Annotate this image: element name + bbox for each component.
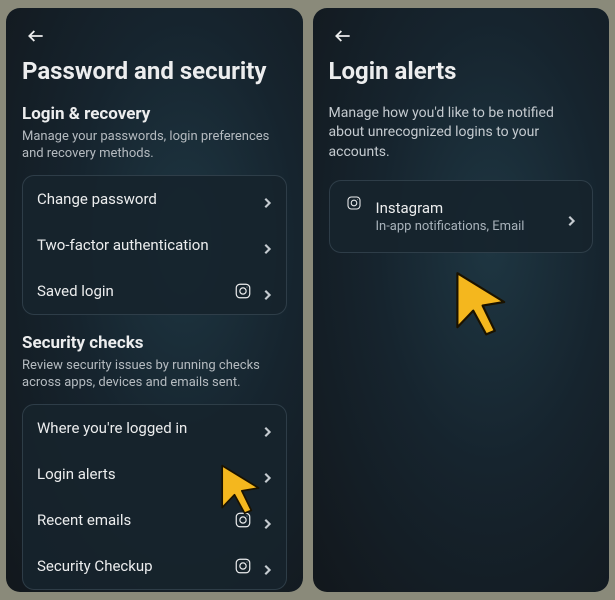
login-alerts-screen: Login alerts Manage how you'd like to be… — [313, 8, 610, 592]
row-label: Change password — [37, 190, 252, 208]
chevron-right-icon — [262, 194, 272, 204]
row-label: Login alerts — [37, 465, 252, 483]
password-security-screen: Password and security Login & recovery M… — [6, 8, 303, 592]
cursor-pointer-icon — [443, 266, 515, 338]
row-where-logged-in[interactable]: Where you're logged in — [23, 405, 286, 451]
row-label: Where you're logged in — [37, 419, 252, 437]
account-text: Instagram In-app notifications, Email — [376, 199, 553, 234]
section-desc-login-recovery: Manage your passwords, login preferences… — [22, 128, 287, 163]
row-saved-login[interactable]: Saved login — [23, 268, 286, 314]
chevron-right-icon — [262, 561, 272, 571]
row-label: Recent emails — [37, 511, 224, 529]
page-title: Password and security — [22, 58, 287, 86]
row-login-alerts[interactable]: Login alerts — [23, 451, 286, 497]
row-account-instagram[interactable]: Instagram In-app notifications, Email — [330, 181, 593, 252]
chevron-right-icon — [262, 515, 272, 525]
instagram-icon — [234, 511, 252, 529]
row-label: Two-factor authentication — [37, 236, 252, 254]
row-security-checkup[interactable]: Security Checkup — [23, 543, 286, 589]
chevron-right-icon — [262, 423, 272, 433]
row-two-factor[interactable]: Two-factor authentication — [23, 222, 286, 268]
page-description: Manage how you'd like to be notified abo… — [329, 104, 594, 163]
login-recovery-card: Change password Two-factor authenticatio… — [22, 175, 287, 315]
security-checks-card: Where you're logged in Login alerts Rece… — [22, 404, 287, 590]
account-name: Instagram — [376, 199, 553, 217]
row-label: Security Checkup — [37, 557, 224, 575]
account-sub: In-app notifications, Email — [376, 219, 553, 234]
back-button[interactable] — [329, 22, 357, 50]
row-recent-emails[interactable]: Recent emails — [23, 497, 286, 543]
chevron-right-icon — [566, 212, 576, 222]
instagram-icon — [234, 282, 252, 300]
section-heading-login-recovery: Login & recovery — [22, 104, 287, 124]
instagram-icon — [346, 195, 362, 211]
row-change-password[interactable]: Change password — [23, 176, 286, 222]
instagram-icon — [234, 557, 252, 575]
row-label: Saved login — [37, 282, 224, 300]
accounts-card: Instagram In-app notifications, Email — [329, 180, 594, 253]
back-button[interactable] — [22, 22, 50, 50]
chevron-right-icon — [262, 286, 272, 296]
section-heading-security-checks: Security checks — [22, 333, 287, 353]
page-title: Login alerts — [329, 58, 594, 86]
chevron-right-icon — [262, 240, 272, 250]
section-desc-security-checks: Review security issues by running checks… — [22, 357, 287, 392]
chevron-right-icon — [262, 469, 272, 479]
